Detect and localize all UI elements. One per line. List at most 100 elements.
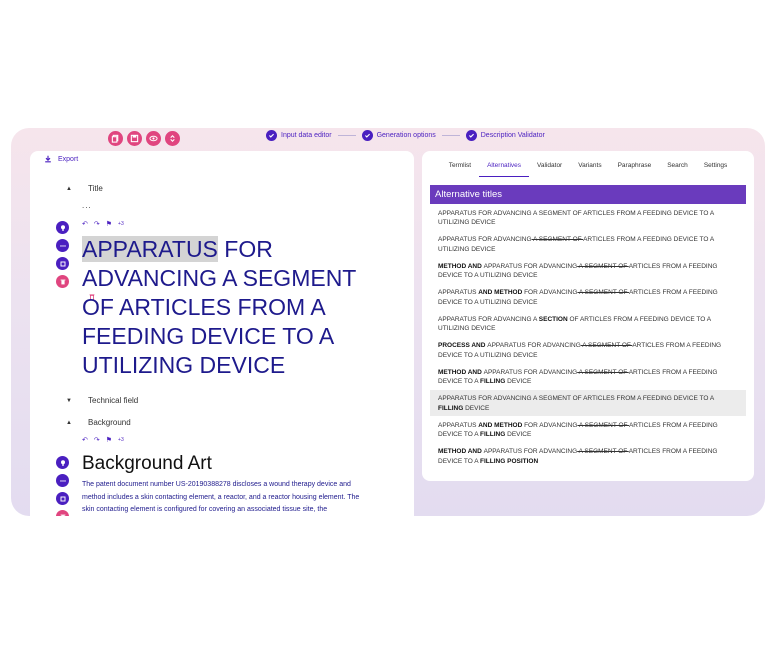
check-icon [266,130,277,141]
section-label: Title [88,184,103,193]
copy-button[interactable] [108,131,123,146]
alternative-title-item[interactable]: METHOD AND APPARATUS FOR ADVANCING A SEG… [430,363,746,390]
text-segment: APPARATUS [438,289,479,296]
lightbulb-icon [60,459,65,466]
step-label: Input data editor [281,132,332,139]
title-side-actions [56,221,69,288]
undo-icon[interactable]: ↶ [82,220,88,228]
undo-icon[interactable]: ↶ [82,436,88,444]
copy-icon [60,261,65,266]
export-label: Export [58,155,79,163]
check-icon [465,130,477,141]
tab-settings[interactable]: Settings [696,159,736,177]
added-text: METHOD AND [438,262,484,270]
preview-button[interactable] [146,131,161,146]
alternatives-list: APPARATUS FOR ADVANCING A SEGMENT OF ART… [430,204,746,469]
alternative-title-item[interactable]: APPARATUS FOR ADVANCING A SEGMENT OF ART… [430,389,746,416]
alternative-title-item[interactable]: APPARATUS AND METHOD FOR ADVANCING A SEG… [430,416,746,443]
step-input-data-editor[interactable]: Input data editor [266,130,332,141]
expand-button[interactable] [165,131,180,146]
idea-button[interactable] [56,221,69,234]
workflow-stepper: Input data editor Generation options Des… [266,130,545,141]
added-text: FILLING [480,431,508,438]
download-icon [45,155,51,163]
alternative-title-item[interactable]: APPARATUS FOR ADVANCING A SECTION OF ART… [430,310,746,337]
removed-text: A SEGMENT OF [577,368,629,376]
text-segment: APPARATUS FOR ADVANCING A [438,315,539,323]
background-side-actions [56,456,69,516]
check-icon [361,130,373,141]
ellipsis-menu[interactable]: ... [82,201,92,210]
removed-text: A SEGMENT OF [531,236,584,243]
delete-block-button[interactable] [56,510,69,516]
flag-icon[interactable]: ⚑ [106,436,112,444]
text-segment: APPARATUS FOR ADVANCING [487,342,581,349]
removed-text: A SEGMENT OF [577,448,629,455]
tab-variants[interactable]: Variants [570,159,609,177]
redo-icon[interactable]: ↷ [94,220,100,228]
step-generation-options[interactable]: Generation options [361,130,436,141]
added-text: AND METHOD [478,421,525,429]
chevron-down-icon: ▼ [66,397,72,404]
technical-field-toggle[interactable]: ▼ Technical field [66,396,138,405]
export-button[interactable]: Export [44,155,78,163]
added-text: METHOD AND [438,448,484,455]
alternative-title-item[interactable]: APPARATUS FOR ADVANCING A SEGMENT OF ART… [430,231,746,258]
title-section-toggle[interactable]: ▲ Title [66,184,103,193]
more-tools-button[interactable]: +3 [118,221,124,227]
text-segment: APPARATUS FOR ADVANCING [438,236,532,243]
added-text: FILLING [438,404,466,412]
flag-icon[interactable]: ⚑ [106,220,112,228]
lightbulb-icon [60,224,65,231]
alternative-title-item[interactable]: APPARATUS FOR ADVANCING A SEGMENT OF ART… [430,204,746,231]
section-label: Background [88,418,131,427]
tab-bar: Termlist Alternatives Validator Variants Par… [422,159,754,177]
more-options-button[interactable] [56,239,69,252]
editor-panel: Export ▲ Title ... ↶ ↷ ⚑ +3 APPARATUS FO… [30,151,414,516]
section-label: Technical field [88,396,139,405]
added-text: FILLING [480,378,508,385]
tab-search[interactable]: Search [659,159,696,177]
more-horizontal-icon [59,244,66,247]
save-button[interactable] [127,131,142,146]
redo-icon[interactable]: ↷ [94,436,100,444]
idea-button[interactable] [56,456,69,469]
alternative-title-item[interactable]: PROCESS AND APPARATUS FOR ADVANCING A SE… [430,337,746,364]
text-segment: APPARATUS FOR ADVANCING A SEGMENT OF ART… [438,395,714,402]
alternative-title-item[interactable]: METHOD AND APPARATUS FOR ADVANCING A SEG… [430,443,746,470]
top-action-bar [108,131,180,146]
title-edit-tools: ↶ ↷ ⚑ +3 [82,220,124,228]
text-segment: APPARATUS FOR ADVANCING [483,368,578,376]
more-horizontal-icon [59,479,66,482]
added-text: METHOD AND [438,368,484,376]
text-segment: DEVICE [465,404,490,412]
tab-alternatives[interactable]: Alternatives [479,159,530,177]
alternative-title-item[interactable]: APPARATUS AND METHOD FOR ADVANCING A SEG… [430,284,746,311]
expand-icon [170,135,175,142]
alternatives-header: Alternative titles [430,185,746,204]
title-editor-text[interactable]: APPARATUS FOR ADVANCING A SEGMENT OF ART… [82,235,372,380]
background-heading[interactable]: Background Art [82,453,212,475]
app-window: Input data editor Generation options Des… [11,128,765,516]
highlighted-word: APPARATUS [82,236,218,262]
step-label: Description Validator [480,132,545,139]
text-segment: APPARATUS FOR ADVANCING A SEGMENT OF ART… [438,209,714,227]
more-tools-button[interactable]: +3 [118,437,124,443]
background-section-toggle[interactable]: ▲ Background [66,418,131,427]
step-description-validator[interactable]: Description Validator [465,130,545,141]
copy-block-button[interactable] [56,257,69,270]
copy-block-button[interactable] [56,492,69,505]
step-label: Generation options [376,132,436,139]
more-options-button[interactable] [56,474,69,487]
copy-icon [60,496,65,501]
background-text[interactable]: The patent document number US-2019038827… [82,479,372,516]
delete-block-button[interactable] [56,275,69,288]
tab-paraphrase[interactable]: Paraphrase [610,159,660,177]
text-segment: FOR ADVANCING [524,421,578,429]
text-segment: APPARATUS FOR ADVANCING [483,448,578,455]
removed-text: A SEGMENT OF [577,421,629,429]
tab-termlist[interactable]: Termlist [441,159,479,177]
tab-validator[interactable]: Validator [529,159,570,177]
step-divider [441,135,460,136]
alternative-title-item[interactable]: METHOD AND APPARATUS FOR ADVANCING A SEG… [430,257,746,284]
